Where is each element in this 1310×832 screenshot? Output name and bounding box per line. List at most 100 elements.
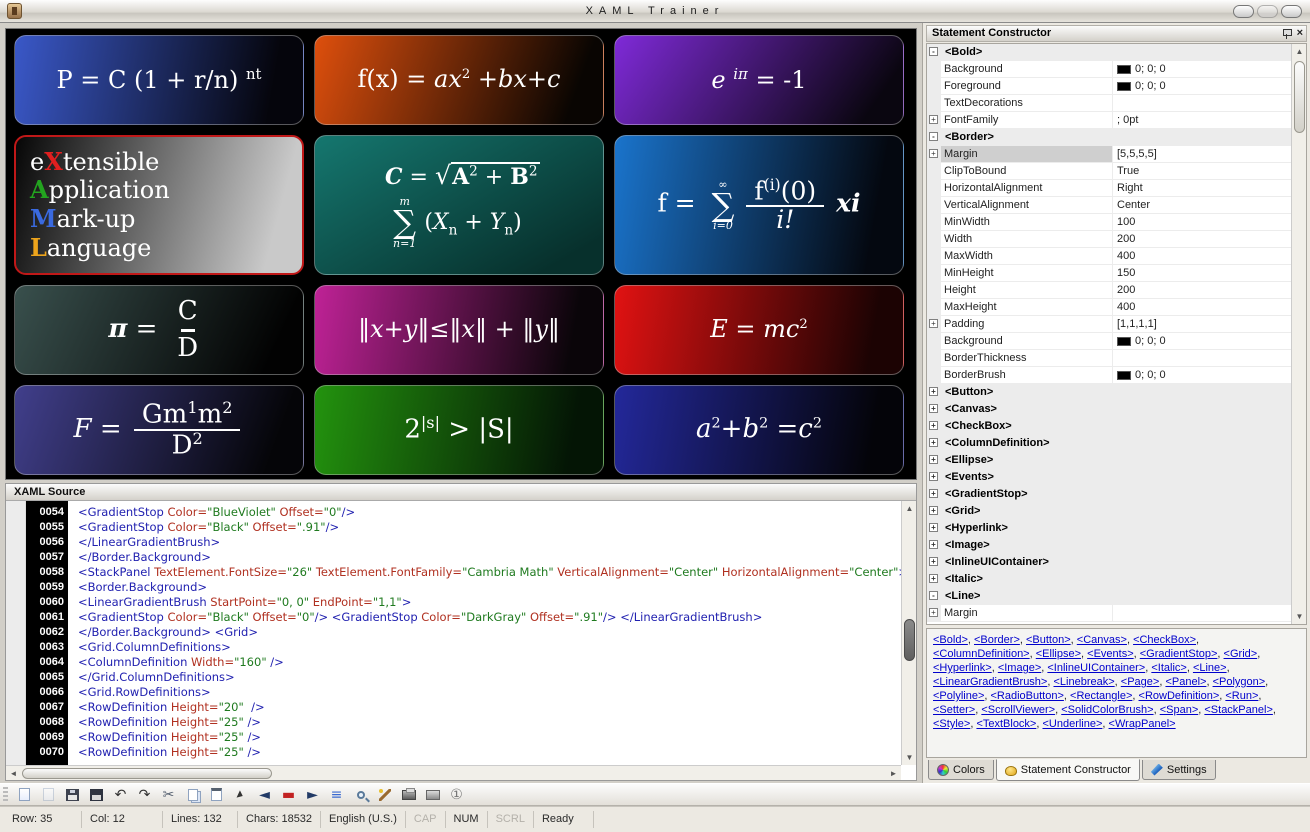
close-button[interactable] bbox=[1281, 5, 1302, 18]
property-grid-scrollbar[interactable]: ▲ ▼ bbox=[1291, 44, 1306, 624]
copy-button[interactable] bbox=[183, 785, 202, 804]
expand-plus-box[interactable]: + bbox=[929, 455, 938, 464]
tag-link[interactable]: <Span> bbox=[1160, 704, 1199, 716]
tab-settings[interactable]: Settings bbox=[1142, 760, 1216, 780]
expand-plus-box[interactable]: + bbox=[929, 438, 938, 447]
expand-plus-box[interactable]: + bbox=[929, 115, 938, 124]
category-row[interactable]: +<Events> bbox=[927, 469, 1291, 486]
paste-button[interactable] bbox=[207, 785, 226, 804]
minimize-button[interactable] bbox=[1233, 5, 1254, 18]
property-row[interactable]: Foreground0; 0; 0 bbox=[927, 78, 1291, 95]
source-vertical-scrollbar[interactable]: ▲ ▼ bbox=[901, 501, 916, 765]
scroll-up-icon[interactable]: ▲ bbox=[1292, 44, 1307, 59]
tag-link[interactable]: <GradientStop> bbox=[1140, 648, 1218, 660]
tag-link[interactable]: <Border> bbox=[974, 634, 1020, 646]
expand-minus-box[interactable]: - bbox=[929, 591, 938, 600]
scroll-right-icon[interactable]: ► bbox=[886, 766, 901, 781]
property-row[interactable]: Width200 bbox=[927, 231, 1291, 248]
vertical-scroll-thumb[interactable] bbox=[904, 619, 915, 661]
tag-link[interactable]: <StackPanel> bbox=[1204, 704, 1273, 716]
formula-tile-12[interactable]: a2+b2 =c2 bbox=[614, 385, 904, 475]
maximize-button[interactable] bbox=[1257, 5, 1278, 18]
horizontal-scroll-thumb[interactable] bbox=[22, 768, 272, 779]
property-row[interactable]: HorizontalAlignmentRight bbox=[927, 180, 1291, 197]
expand-plus-box[interactable]: + bbox=[929, 149, 938, 158]
save-as-button[interactable] bbox=[87, 785, 106, 804]
tag-link[interactable]: <CheckBox> bbox=[1133, 634, 1196, 646]
property-row[interactable]: ClipToBoundTrue bbox=[927, 163, 1291, 180]
xaml-wand-button[interactable] bbox=[375, 785, 394, 804]
nav-forward-button[interactable]: ► bbox=[303, 785, 322, 804]
property-row[interactable]: MaxHeight400 bbox=[927, 299, 1291, 316]
expand-plus-box[interactable]: + bbox=[929, 387, 938, 396]
tag-link[interactable]: <Bold> bbox=[933, 634, 968, 646]
category-row[interactable]: +<Image> bbox=[927, 537, 1291, 554]
tag-link[interactable]: <Polyline> bbox=[933, 690, 984, 702]
expand-plus-box[interactable]: + bbox=[929, 608, 938, 617]
property-row[interactable]: +Padding[1,1,1,1] bbox=[927, 316, 1291, 333]
tag-link[interactable]: <WrapPanel> bbox=[1109, 718, 1176, 730]
tag-link[interactable]: <Hyperlink> bbox=[933, 662, 992, 674]
property-row[interactable]: +Margin bbox=[927, 605, 1291, 622]
tag-link[interactable]: <Button> bbox=[1026, 634, 1071, 646]
category-row[interactable]: +<Canvas> bbox=[927, 401, 1291, 418]
expand-plus-box[interactable]: + bbox=[929, 540, 938, 549]
category-row[interactable]: +<CheckBox> bbox=[927, 418, 1291, 435]
tag-link[interactable]: <TextBlock> bbox=[976, 718, 1036, 730]
code-editor[interactable]: 0054005500560057005800590060006100620063… bbox=[6, 501, 916, 780]
expand-plus-box[interactable]: + bbox=[929, 472, 938, 481]
expand-plus-box[interactable]: + bbox=[929, 489, 938, 498]
expand-plus-box[interactable]: + bbox=[929, 557, 938, 566]
formula-tile-10[interactable]: F = Gm1m2D2 bbox=[14, 385, 304, 475]
tag-link[interactable]: <Run> bbox=[1225, 690, 1258, 702]
tag-link[interactable]: <Style> bbox=[933, 718, 970, 730]
code-pane[interactable]: <GradientStop Color="BlueViolet" Offset=… bbox=[68, 501, 901, 765]
property-row[interactable]: VerticalAlignmentCenter bbox=[927, 197, 1291, 214]
formula-tile-1[interactable]: P = C (1 + r/n) nt bbox=[14, 35, 304, 125]
scroll-up-icon[interactable]: ▲ bbox=[902, 501, 917, 516]
category-row[interactable]: -<Border> bbox=[927, 129, 1291, 146]
tag-link[interactable]: <Rectangle> bbox=[1070, 690, 1132, 702]
category-row[interactable]: +<Ellipse> bbox=[927, 452, 1291, 469]
category-row[interactable]: +<ColumnDefinition> bbox=[927, 435, 1291, 452]
expand-plus-box[interactable]: + bbox=[929, 421, 938, 430]
tag-link[interactable]: <Underline> bbox=[1042, 718, 1102, 730]
tab-colors[interactable]: Colors bbox=[928, 760, 994, 780]
property-row[interactable]: BorderBrush0; 0; 0 bbox=[927, 367, 1291, 384]
expand-plus-box[interactable]: + bbox=[929, 523, 938, 532]
pin-icon[interactable] bbox=[1282, 28, 1291, 39]
formula-tile-9[interactable]: E = mc2 bbox=[614, 285, 904, 375]
property-row[interactable]: Background0; 0; 0 bbox=[927, 333, 1291, 350]
tag-link[interactable]: <Events> bbox=[1087, 648, 1133, 660]
source-horizontal-scrollbar[interactable]: ◄ ► bbox=[6, 765, 901, 780]
undo-button[interactable]: ↶ bbox=[111, 785, 130, 804]
category-row[interactable]: +<GradientStop> bbox=[927, 486, 1291, 503]
category-row[interactable]: +<Button> bbox=[927, 384, 1291, 401]
formula-tile-6[interactable]: f = ∞∑i=0f(i)(0)i! xi bbox=[614, 135, 904, 275]
tag-link[interactable]: <Italic> bbox=[1151, 662, 1186, 674]
cut-button[interactable]: ✂ bbox=[159, 785, 178, 804]
property-row[interactable]: BorderThickness bbox=[927, 350, 1291, 367]
expand-plus-box[interactable]: + bbox=[929, 319, 938, 328]
property-row[interactable]: +FontFamily; 0pt bbox=[927, 112, 1291, 129]
tag-link[interactable]: <ScrollViewer> bbox=[981, 704, 1055, 716]
tag-link[interactable]: <LinearGradientBrush> bbox=[933, 676, 1047, 688]
search-button[interactable] bbox=[351, 785, 370, 804]
nav-back-button[interactable]: ◄ bbox=[255, 785, 274, 804]
tag-link[interactable]: <Setter> bbox=[933, 704, 975, 716]
tag-link[interactable]: <Panel> bbox=[1165, 676, 1206, 688]
category-row[interactable]: -<Bold> bbox=[927, 44, 1291, 61]
tag-link[interactable]: <SolidColorBrush> bbox=[1061, 704, 1153, 716]
expand-plus-box[interactable]: + bbox=[929, 506, 938, 515]
expand-minus-box[interactable]: - bbox=[929, 47, 938, 56]
tag-link[interactable]: <Canvas> bbox=[1077, 634, 1127, 646]
expand-plus-box[interactable]: + bbox=[929, 404, 938, 413]
category-row[interactable]: +<Italic> bbox=[927, 571, 1291, 588]
formula-tile-7[interactable]: π = CD bbox=[14, 285, 304, 375]
property-row[interactable]: MinWidth100 bbox=[927, 214, 1291, 231]
property-row[interactable]: Height200 bbox=[927, 282, 1291, 299]
expand-minus-box[interactable]: - bbox=[929, 132, 938, 141]
category-row[interactable]: +<InlineUIContainer> bbox=[927, 554, 1291, 571]
tag-link[interactable]: <RadioButton> bbox=[991, 690, 1064, 702]
property-row[interactable]: +Margin[5,5,5,5] bbox=[927, 146, 1291, 163]
